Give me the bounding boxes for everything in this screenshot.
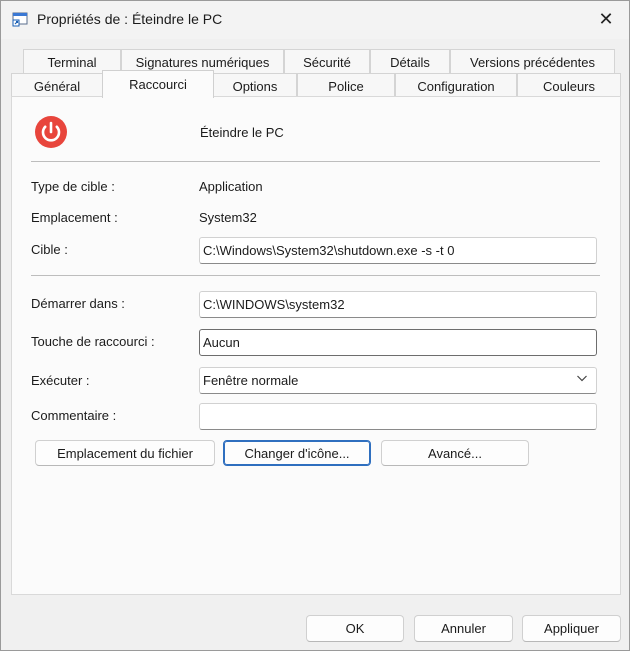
- location-label: Emplacement :: [31, 210, 118, 225]
- window-title: Propriétés de : Éteindre le PC: [37, 11, 223, 27]
- open-file-location-button[interactable]: Emplacement du fichier: [35, 440, 215, 466]
- change-icon-button[interactable]: Changer d'icône...: [223, 440, 371, 466]
- close-icon: ✕: [598, 8, 614, 29]
- hotkey-input[interactable]: Aucun: [199, 329, 597, 356]
- comment-label: Commentaire :: [31, 408, 117, 423]
- run-select[interactable]: Fenêtre normale: [199, 367, 597, 394]
- tab-previous-versions[interactable]: Versions précédentes: [450, 49, 615, 74]
- title-bar: Propriétés de : Éteindre le PC ✕: [1, 1, 629, 39]
- start-in-label: Démarrer dans :: [31, 296, 125, 311]
- divider: [31, 275, 600, 276]
- run-select-value: Fenêtre normale: [203, 373, 299, 388]
- chevron-down-icon: [577, 375, 587, 382]
- tab-general[interactable]: Général: [11, 73, 103, 98]
- tab-security[interactable]: Sécurité: [284, 49, 370, 74]
- tab-layout[interactable]: Configuration: [395, 73, 517, 98]
- divider: [31, 161, 600, 162]
- location-value: System32: [199, 210, 257, 225]
- target-input[interactable]: C:\Windows\System32\shutdown.exe -s -t 0: [199, 237, 597, 264]
- run-label: Exécuter :: [31, 373, 90, 388]
- shortcut-icon: [12, 12, 28, 27]
- advanced-button[interactable]: Avancé...: [381, 440, 529, 466]
- cancel-button[interactable]: Annuler: [414, 615, 513, 642]
- apply-button[interactable]: Appliquer: [522, 615, 621, 642]
- comment-input[interactable]: [199, 403, 597, 430]
- power-icon: [35, 116, 67, 148]
- ok-button[interactable]: OK: [306, 615, 404, 642]
- start-in-input[interactable]: C:\WINDOWS\system32: [199, 291, 597, 318]
- tab-font[interactable]: Police: [297, 73, 395, 98]
- tab-strip: Terminal Signatures numériques Sécurité …: [11, 49, 621, 98]
- tab-colors[interactable]: Couleurs: [517, 73, 621, 98]
- tab-shortcut[interactable]: Raccourci: [102, 70, 214, 98]
- target-label: Cible :: [31, 242, 68, 257]
- close-button[interactable]: ✕: [583, 1, 629, 37]
- target-type-value: Application: [199, 179, 263, 194]
- target-type-label: Type de cible :: [31, 179, 115, 194]
- tab-details[interactable]: Détails: [370, 49, 450, 74]
- properties-dialog: Propriétés de : Éteindre le PC ✕ Termina…: [0, 0, 630, 651]
- shortcut-panel: Éteindre le PC Type de cible : Applicati…: [11, 96, 621, 595]
- tab-options[interactable]: Options: [213, 73, 297, 98]
- hotkey-label: Touche de raccourci :: [31, 334, 155, 349]
- shortcut-name: Éteindre le PC: [200, 125, 284, 140]
